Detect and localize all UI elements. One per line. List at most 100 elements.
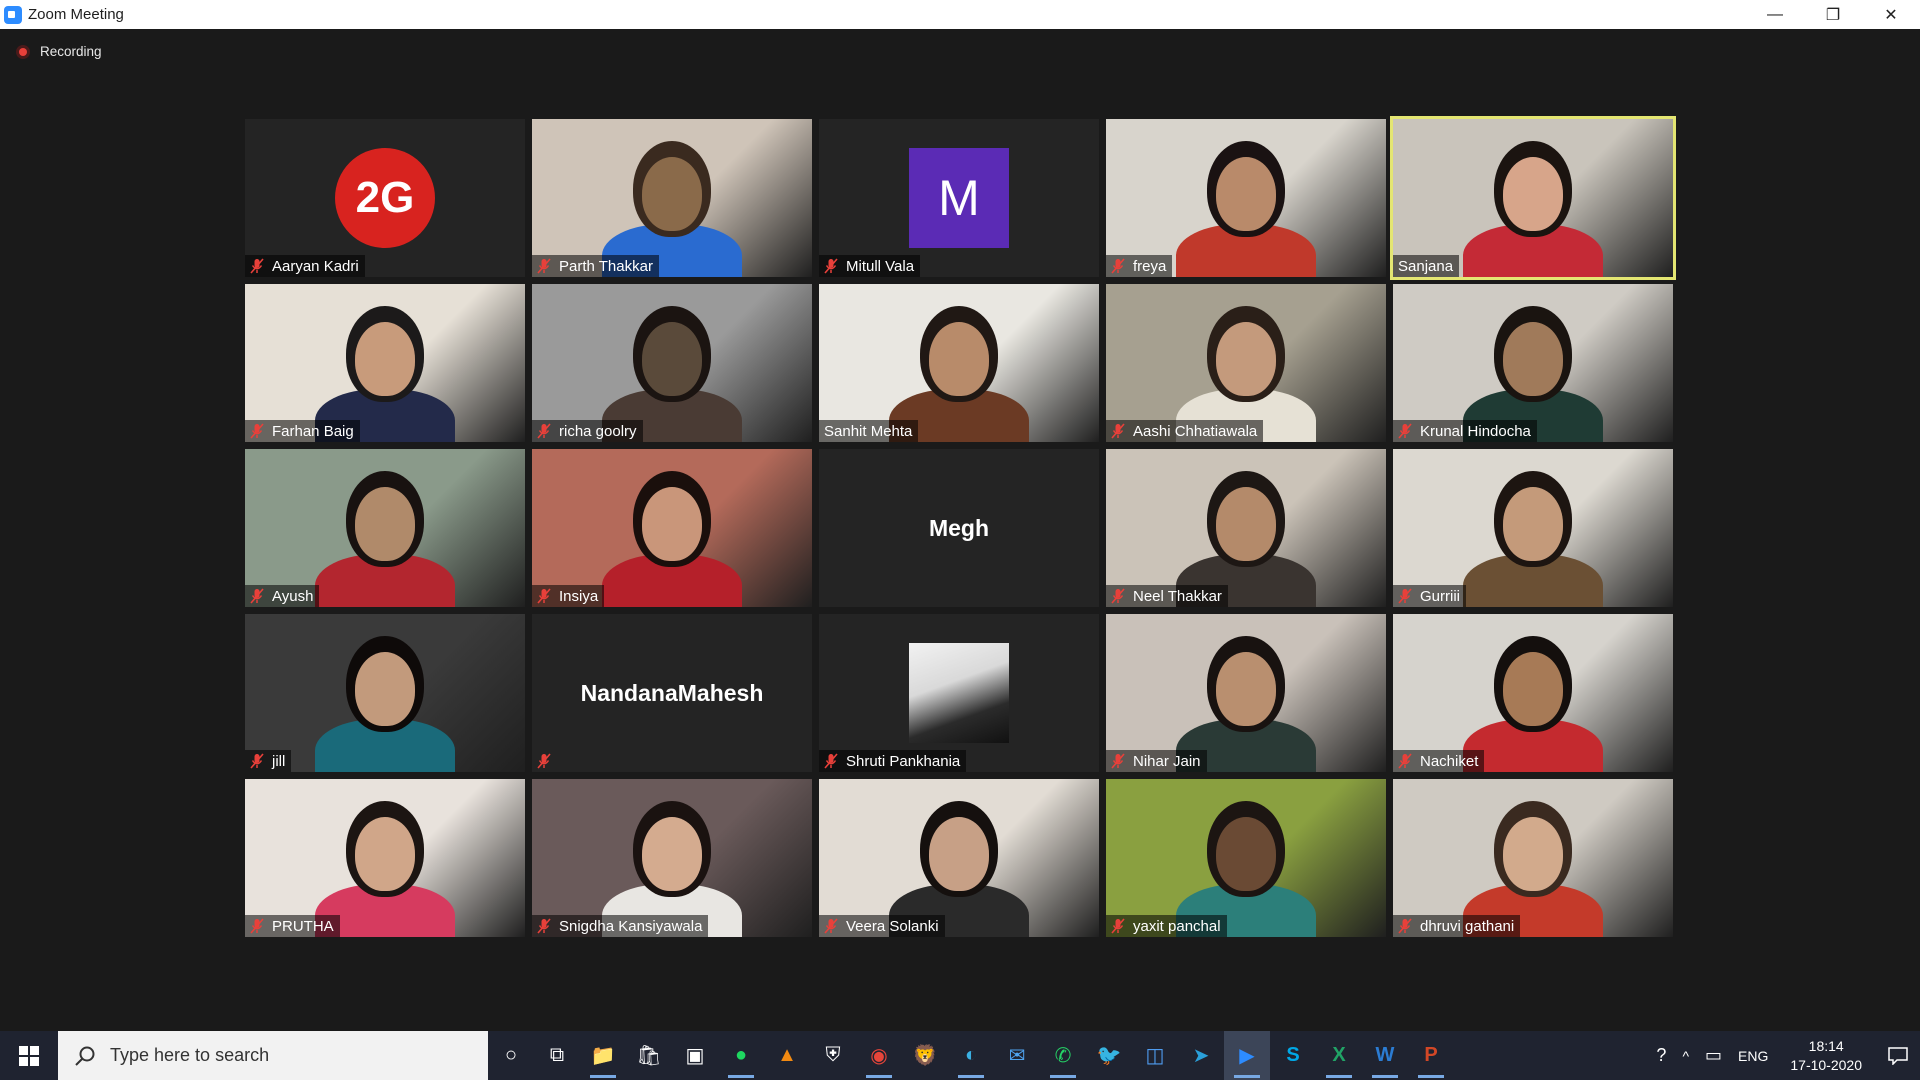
participant-tile[interactable]: Aashi Chhatiawala [1106,284,1386,442]
file-explorer-icon[interactable]: 📁 [580,1031,626,1080]
battery-icon[interactable]: ▭ [1697,1045,1730,1066]
participant-name: dhruvi gathani [1420,917,1515,935]
participant-tile[interactable]: Insiya [532,449,812,607]
minimize-button[interactable]: — [1746,0,1804,29]
mail-icon[interactable]: ✉ [994,1031,1040,1080]
participant-tile[interactable]: Gurriii [1393,449,1673,607]
muted-mic-icon [537,258,551,274]
participant-tile[interactable]: Shruti Pankhania [819,614,1099,772]
person-face [1216,157,1276,231]
person-face [355,487,415,561]
participant-tile[interactable]: Nihar Jain [1106,614,1386,772]
participant-tile[interactable]: yaxit panchal [1106,779,1386,937]
participant-tile[interactable]: NandanaMahesh [532,614,812,772]
restore-button[interactable]: ❐ [1804,0,1862,29]
vlc-icon[interactable]: ▲ [764,1031,810,1080]
participant-name: Veera Solanki [846,917,939,935]
word-icon[interactable]: W [1362,1031,1408,1080]
person-face [1503,817,1563,891]
participant-video [1393,449,1673,607]
participant-tile[interactable]: Veera Solanki [819,779,1099,937]
participant-tile[interactable]: richa goolry [532,284,812,442]
zoom-icon[interactable]: ▶ [1224,1031,1270,1080]
person-face [929,817,989,891]
spotify-icon[interactable]: ● [718,1031,764,1080]
muted-mic-icon [1111,588,1125,604]
clock-time: 18:14 [1808,1037,1844,1054]
recording-label: Recording [40,44,102,59]
muted-mic-icon [824,753,838,769]
powerpoint-icon[interactable]: P [1408,1031,1454,1080]
participant-video [245,779,525,937]
start-button[interactable] [0,1031,58,1080]
meeting-view: Recording 2G Aaryan Kadri Parth Thakkar M Mi… [0,29,1920,1031]
participant-tile[interactable]: Ayush [245,449,525,607]
chrome-icon[interactable]: ◉ [856,1031,902,1080]
telegram-icon[interactable]: ➤ [1178,1031,1224,1080]
security-icon[interactable]: ⛨ [810,1031,856,1080]
participant-name: Aashi Chhatiawala [1133,422,1258,440]
app-icon[interactable]: ▣ [672,1031,718,1080]
participant-video [1106,119,1386,277]
task-view-icon[interactable]: ⧉ [534,1031,580,1080]
help-icon[interactable]: ? [1648,1045,1674,1066]
twitter-icon[interactable]: 🐦 [1086,1031,1132,1080]
window-controls: — ❐ ✕ [1746,0,1920,29]
participant-tile[interactable]: Sanhit Mehta [819,284,1099,442]
participant-nameplate: Farhan Baig [245,420,360,442]
excel-icon[interactable]: X [1316,1031,1362,1080]
participant-tile[interactable]: M Mitull Vala [819,119,1099,277]
participant-tile[interactable]: Snigdha Kansiyawala [532,779,812,937]
person-face [642,487,702,561]
person-face [1503,652,1563,726]
participant-tile[interactable]: Parth Thakkar [532,119,812,277]
participant-tile[interactable]: Farhan Baig [245,284,525,442]
skype-icon[interactable]: S [1270,1031,1316,1080]
whatsapp-icon[interactable]: ✆ [1040,1031,1086,1080]
person-face [1503,157,1563,231]
person-face [355,817,415,891]
participant-name: Neel Thakkar [1133,587,1222,605]
participant-tile[interactable]: 2G Aaryan Kadri [245,119,525,277]
muted-mic-icon [1398,423,1412,439]
participant-nameplate: Krunal Hindocha [1393,420,1537,442]
chevron-up-icon[interactable]: ^ [1674,1048,1697,1064]
participant-name: yaxit panchal [1133,917,1221,935]
cortana-icon[interactable]: ○ [488,1031,534,1080]
brave-icon[interactable]: 🦁 [902,1031,948,1080]
store-icon[interactable]: 🛍 [626,1031,672,1080]
taskbar-search-input[interactable]: Type here to search [58,1031,488,1080]
instagram-icon[interactable]: ◫ [1132,1031,1178,1080]
participant-tile[interactable]: Nachiket [1393,614,1673,772]
participant-tile[interactable]: freya [1106,119,1386,277]
close-button[interactable]: ✕ [1862,0,1920,29]
clock[interactable]: 18:14 17-10-2020 [1776,1037,1876,1075]
participant-display-name: NandanaMahesh [580,679,764,706]
muted-mic-icon [1398,753,1412,769]
muted-mic-icon [1398,588,1412,604]
recording-indicator[interactable]: Recording [16,44,102,59]
participant-tile[interactable]: Megh [819,449,1099,607]
participant-tile[interactable]: dhruvi gathani [1393,779,1673,937]
window-title: Zoom Meeting [28,6,124,23]
participant-nameplate: Nachiket [1393,750,1485,772]
participant-tile[interactable]: Sanjana [1390,116,1676,280]
participant-nameplate: Neel Thakkar [1106,585,1228,607]
window-title-bar: Zoom Meeting — ❐ ✕ [0,0,1920,29]
participant-tile[interactable]: PRUTHA [245,779,525,937]
participant-tile[interactable]: jill [245,614,525,772]
participant-nameplate [532,750,565,772]
participant-nameplate: Nihar Jain [1106,750,1207,772]
participant-nameplate: Veera Solanki [819,915,945,937]
participant-nameplate: Mitull Vala [819,255,921,277]
muted-mic-icon [537,918,551,934]
muted-mic-icon [1111,753,1125,769]
participant-name: Nihar Jain [1133,752,1201,770]
action-center-button[interactable] [1876,1031,1920,1080]
participant-tile[interactable]: Neel Thakkar [1106,449,1386,607]
edge-icon[interactable]: ◐ [948,1031,994,1080]
participant-nameplate: Sanhit Mehta [819,420,919,442]
language-indicator[interactable]: ENG [1730,1048,1776,1064]
participant-name: Farhan Baig [272,422,354,440]
participant-tile[interactable]: Krunal Hindocha [1393,284,1673,442]
